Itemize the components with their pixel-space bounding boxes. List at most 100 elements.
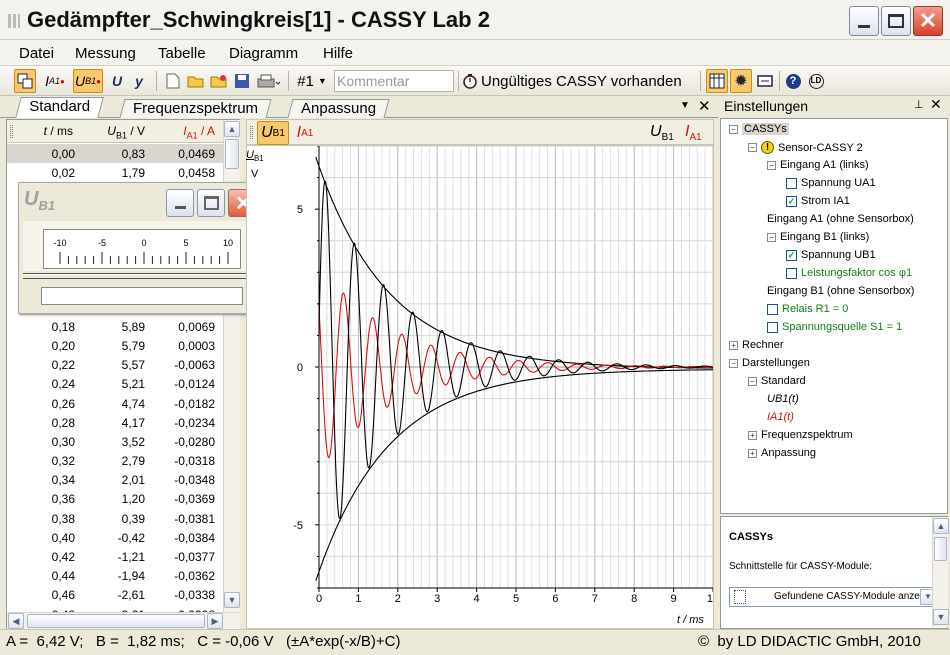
collapse-icon[interactable]: −	[748, 143, 757, 152]
tree-item[interactable]: ✓ Spannung UB1	[786, 249, 876, 261]
tree-item[interactable]: Spannung UA1	[786, 177, 876, 189]
checkbox[interactable]	[786, 177, 797, 189]
table-row[interactable]: 0,38 0,39 -0,0381	[7, 509, 223, 528]
tree-item[interactable]: UB1(t)	[767, 393, 799, 405]
maximize-button[interactable]	[881, 6, 911, 36]
tab-anpassung[interactable]: Anpassung	[287, 99, 390, 118]
table-row[interactable]: 0,26 4,74 -0,0182	[7, 394, 223, 413]
meter-window[interactable]: UB1 ✕ -10 -5 0 5 10	[18, 182, 264, 314]
table-row[interactable]: 0,46 -2,61 -0,0338	[7, 585, 223, 604]
collapse-icon[interactable]: −	[729, 124, 738, 134]
tree-item[interactable]: Eingang B1 (ohne Sensorbox)	[767, 285, 914, 297]
scroll-down-icon[interactable]: ▼	[933, 609, 949, 625]
collapse-icon[interactable]: −	[767, 232, 776, 242]
table-row[interactable]: 0,22 5,57 -0,0063	[7, 355, 223, 374]
meter-maximize-button[interactable]	[197, 189, 225, 217]
hscroll-thumb[interactable]	[27, 614, 205, 628]
column-header-ub1[interactable]: UB1 / V	[77, 124, 145, 140]
column-header-ia1[interactable]: IA1 / A	[149, 124, 215, 140]
pin-icon[interactable]: ⊥	[914, 98, 924, 111]
tree-item[interactable]: ✓ Strom IA1	[786, 195, 850, 207]
menu-messung[interactable]: Messung	[75, 45, 136, 62]
expand-icon[interactable]: +	[729, 340, 738, 350]
tree-item[interactable]: − Eingang A1 (links)	[767, 159, 869, 171]
measurement-select[interactable]: #1 ▼	[294, 69, 330, 93]
tree-item[interactable]: Spannungsquelle S1 = 1	[767, 321, 902, 333]
table-row[interactable]: 0,00 0,83 0,0469	[7, 144, 223, 164]
checkbox[interactable]: ✓	[786, 249, 797, 261]
expand-icon[interactable]: +	[748, 448, 757, 458]
chart-area[interactable]: UB1 V t / ms 01234567891050-5	[246, 145, 714, 629]
scroll-thumb[interactable]	[225, 139, 239, 169]
table-row[interactable]: 0,28 4,17 -0,0234	[7, 413, 223, 432]
cassy-status-button[interactable]: Ungültiges CASSY vorhanden	[462, 69, 694, 93]
graph-ia1-button[interactable]: I A1	[291, 121, 319, 145]
checkbox[interactable]: ✓	[786, 195, 797, 207]
table-row[interactable]: 0,36 1,20 -0,0369	[7, 489, 223, 508]
checkbox[interactable]	[786, 267, 797, 279]
display-toggle-button[interactable]	[14, 69, 36, 93]
table-row[interactable]: 0,30 3,52 -0,0280	[7, 432, 223, 451]
menu-diagramm[interactable]: Diagramm	[229, 45, 298, 62]
column-header-t[interactable]: t / ms	[17, 124, 73, 138]
tree-item[interactable]: − Eingang B1 (links)	[767, 231, 869, 243]
menu-hilfe[interactable]: Hilfe	[323, 45, 353, 62]
menu-datei[interactable]: Datei	[19, 45, 54, 62]
scroll-right-icon[interactable]: ▶	[207, 613, 223, 629]
table-row[interactable]: 0,44 -1,94 -0,0362	[7, 566, 223, 585]
tree-item[interactable]: − Darstellungen	[729, 357, 810, 369]
graph-ub1-button[interactable]: U B1	[257, 121, 289, 145]
tab-standard[interactable]: Standard	[15, 97, 104, 118]
table-horizontal-scrollbar[interactable]: ◀ ▶	[7, 612, 240, 629]
new-file-button[interactable]	[163, 69, 183, 93]
table-row[interactable]: 0,40 -0,42 -0,0384	[7, 528, 223, 547]
tree-item[interactable]: Leistungsfaktor cos φ1	[786, 267, 912, 279]
checkbox[interactable]	[767, 321, 778, 333]
scroll-up-icon[interactable]: ▲	[933, 518, 949, 534]
menu-tabelle[interactable]: Tabelle	[158, 45, 206, 62]
save-button[interactable]	[232, 69, 252, 93]
collapse-icon[interactable]: −	[767, 160, 776, 170]
u-button[interactable]: U	[108, 69, 126, 93]
tree-item[interactable]: IA1(t)	[767, 411, 794, 423]
table-row[interactable]: 0,18 5,89 0,0069	[7, 317, 223, 336]
open-folder-button[interactable]	[186, 69, 206, 93]
tree-item[interactable]: −! Sensor-CASSY 2	[748, 141, 863, 154]
checkbox[interactable]	[767, 303, 778, 315]
open-example-button[interactable]	[209, 69, 229, 93]
properties-scrollbar[interactable]: ▲ ▼	[932, 517, 949, 627]
table-row[interactable]: 0,20 5,79 0,0003	[7, 336, 223, 355]
y-button[interactable]: y	[130, 69, 148, 93]
table-row[interactable]: 0,32 2,79 -0,0318	[7, 451, 223, 470]
display-button[interactable]	[754, 69, 776, 93]
help-button[interactable]: ?	[783, 69, 803, 93]
table-view-button[interactable]	[706, 69, 728, 93]
close-button[interactable]: ✕	[913, 6, 943, 36]
about-button[interactable]: LD	[806, 69, 826, 93]
scroll-up-icon[interactable]: ▲	[224, 121, 240, 137]
collapse-icon[interactable]: −	[748, 376, 757, 386]
comment-input[interactable]: Kommentar	[334, 70, 454, 92]
tree-item[interactable]: + Frequenzspektrum	[748, 429, 853, 441]
cassy-modules-select[interactable]: Gefundene CASSY-Module anze ▼	[729, 587, 939, 607]
ub1-button[interactable]: U B1 ●	[73, 69, 103, 93]
tab-menu-icon[interactable]: ▼	[680, 100, 690, 111]
tree-item[interactable]: + Rechner	[729, 339, 784, 351]
tree-item[interactable]: Eingang A1 (ohne Sensorbox)	[767, 213, 914, 225]
print-button[interactable]	[255, 69, 283, 93]
tab-frequenzspektrum[interactable]: Frequenzspektrum	[119, 99, 272, 118]
meter-minimize-button[interactable]	[166, 189, 194, 217]
table-row[interactable]: 0,24 5,21 -0,0124	[7, 374, 223, 393]
table-row[interactable]: 0,34 2,01 -0,0348	[7, 470, 223, 489]
scroll-down-icon[interactable]: ▼	[224, 592, 240, 608]
ia1-button[interactable]: I A1 ●	[40, 69, 70, 93]
collapse-icon[interactable]: −	[729, 358, 738, 368]
expand-icon[interactable]: +	[748, 430, 757, 440]
tree-item[interactable]: − Standard	[748, 375, 806, 387]
scroll-left-icon[interactable]: ◀	[8, 613, 24, 629]
tree-item[interactable]: − CASSYs	[729, 123, 789, 135]
minimize-button[interactable]	[849, 6, 879, 36]
settings-close-icon[interactable]: ✕	[930, 96, 942, 113]
tab-close-icon[interactable]: ✕	[698, 97, 711, 115]
tree-item[interactable]: Relais R1 = 0	[767, 303, 848, 315]
